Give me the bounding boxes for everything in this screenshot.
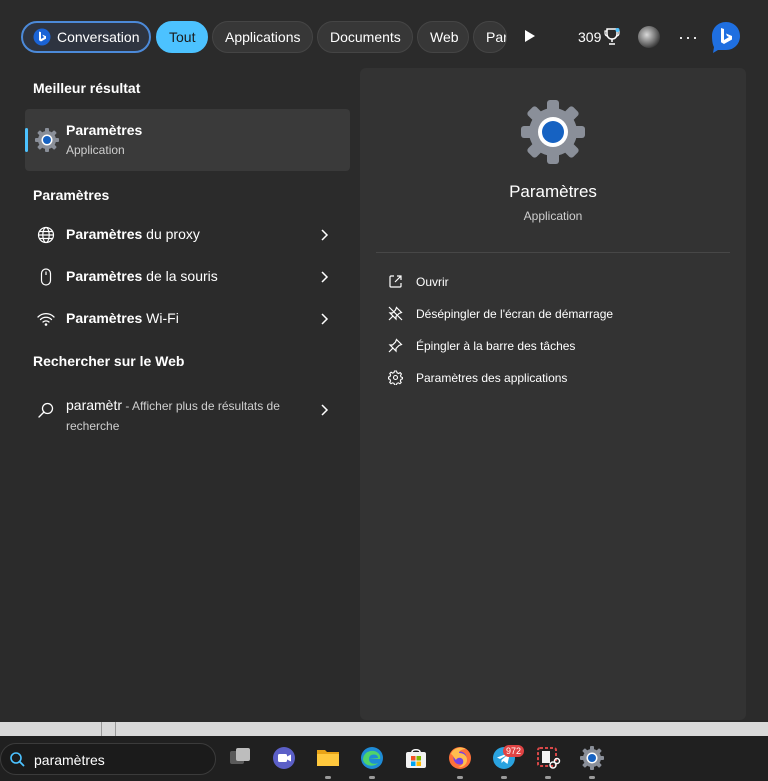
search-filter-bar: Conversation Tout Applications Documents… — [0, 0, 768, 72]
tab-label: Tout — [169, 29, 196, 45]
bing-icon — [33, 28, 51, 46]
action-label: Ouvrir — [416, 275, 449, 289]
search-input[interactable]: paramètres — [34, 752, 105, 768]
action-unpin-start[interactable]: Désépingler de l'écran de démarrage — [384, 302, 724, 326]
divider — [115, 722, 116, 736]
more-icon[interactable]: ··· — [678, 27, 699, 48]
tab-applications[interactable]: Applications — [212, 21, 313, 53]
running-indicator — [325, 776, 331, 779]
result-label-bold: Paramètres — [66, 226, 143, 242]
action-label: Paramètres des applications — [416, 371, 568, 385]
file-explorer-icon[interactable] — [315, 745, 341, 771]
play-icon[interactable] — [525, 30, 535, 42]
notification-badge: 972 — [503, 745, 525, 757]
desktop-strip — [0, 722, 768, 736]
running-indicator — [369, 776, 375, 779]
action-label: Désépingler de l'écran de démarrage — [416, 307, 614, 321]
task-view-icon[interactable] — [227, 745, 253, 771]
chevron-right-icon[interactable] — [318, 312, 330, 326]
rewards-score[interactable]: 309 — [578, 29, 601, 45]
search-icon — [10, 752, 25, 767]
settings-heading: Paramètres — [33, 187, 110, 203]
detail-subtitle: Application — [523, 209, 583, 223]
result-proxy-settings[interactable]: Paramètres du proxy — [25, 215, 350, 255]
web-search-result[interactable]: paramètr - Afficher plus de résultats de… — [25, 387, 350, 437]
avatar[interactable] — [638, 26, 660, 48]
running-indicator — [501, 776, 507, 779]
bing-icon[interactable] — [710, 20, 742, 54]
result-label-rest: du proxy — [142, 226, 200, 242]
best-match-name: Paramètres — [66, 122, 143, 138]
result-mouse-settings[interactable]: Paramètres de la souris — [25, 257, 350, 297]
web-search-query: paramètr — [66, 397, 123, 413]
tab-all[interactable]: Tout — [156, 21, 208, 53]
tab-label: Documents — [330, 29, 401, 45]
result-label-bold: Paramètres — [66, 268, 143, 284]
search-icon — [38, 402, 54, 418]
result-detail-pane: Paramètres Application Ouvrir Désépingle… — [360, 68, 746, 720]
tab-label: Applications — [225, 29, 301, 45]
chevron-right-icon[interactable] — [318, 403, 330, 417]
meet-icon[interactable] — [271, 745, 297, 771]
pin-icon — [388, 338, 403, 353]
firefox-icon[interactable] — [447, 745, 473, 771]
snipping-tool-icon[interactable] — [535, 745, 561, 771]
result-wifi-settings[interactable]: Paramètres Wi-Fi — [25, 299, 350, 339]
running-indicator — [457, 776, 463, 779]
best-match-item[interactable]: Paramètres Application — [25, 109, 350, 171]
globe-icon — [37, 226, 55, 244]
start-search-panel: Conversation Tout Applications Documents… — [0, 0, 768, 722]
tab-label: Para — [486, 29, 506, 45]
mouse-icon — [40, 268, 52, 286]
settings-gear-icon — [521, 100, 585, 164]
divider — [376, 252, 730, 253]
settings-icon[interactable] — [579, 745, 605, 771]
tab-web[interactable]: Web — [417, 21, 469, 53]
tab-documents[interactable]: Documents — [317, 21, 413, 53]
tab-conversation[interactable]: Conversation — [21, 21, 151, 53]
result-label: Paramètres du proxy — [66, 226, 200, 242]
gear-icon — [388, 370, 403, 385]
chevron-right-icon[interactable] — [318, 270, 330, 284]
result-label-rest: de la souris — [142, 268, 218, 284]
detail-title: Paramètres — [509, 182, 597, 201]
edge-icon[interactable] — [359, 745, 385, 771]
result-label: Paramètres de la souris — [66, 268, 218, 284]
action-pin-taskbar[interactable]: Épingler à la barre des tâches — [384, 334, 724, 358]
action-open[interactable]: Ouvrir — [384, 270, 724, 294]
web-search-heading: Rechercher sur le Web — [33, 353, 185, 369]
best-match-heading: Meilleur résultat — [33, 80, 141, 96]
result-label-bold: Paramètres — [66, 310, 143, 326]
settings-gear-icon — [35, 128, 59, 152]
result-label: Paramètres Wi-Fi — [66, 310, 179, 326]
chevron-right-icon[interactable] — [318, 228, 330, 242]
action-app-settings[interactable]: Paramètres des applications — [384, 366, 724, 390]
taskbar: paramètres — [0, 736, 768, 781]
taskbar-search-box[interactable]: paramètres — [0, 743, 216, 775]
unpin-icon — [388, 306, 403, 321]
trophy-icon[interactable] — [604, 28, 620, 46]
tab-settings-truncated[interactable]: Para — [473, 21, 507, 53]
best-match-type: Application — [66, 143, 125, 157]
wifi-icon — [37, 312, 55, 326]
tab-label: Web — [430, 29, 459, 45]
open-external-icon — [389, 275, 402, 288]
result-label-rest: Wi-Fi — [142, 310, 179, 326]
web-search-label: paramètr - Afficher plus de résultats de… — [66, 395, 291, 436]
selection-indicator — [25, 128, 28, 152]
tab-label: Conversation — [57, 29, 140, 45]
action-label: Épingler à la barre des tâches — [416, 339, 576, 353]
running-indicator — [545, 776, 551, 779]
running-indicator — [589, 776, 595, 779]
divider — [101, 722, 102, 736]
store-icon[interactable] — [403, 745, 429, 771]
